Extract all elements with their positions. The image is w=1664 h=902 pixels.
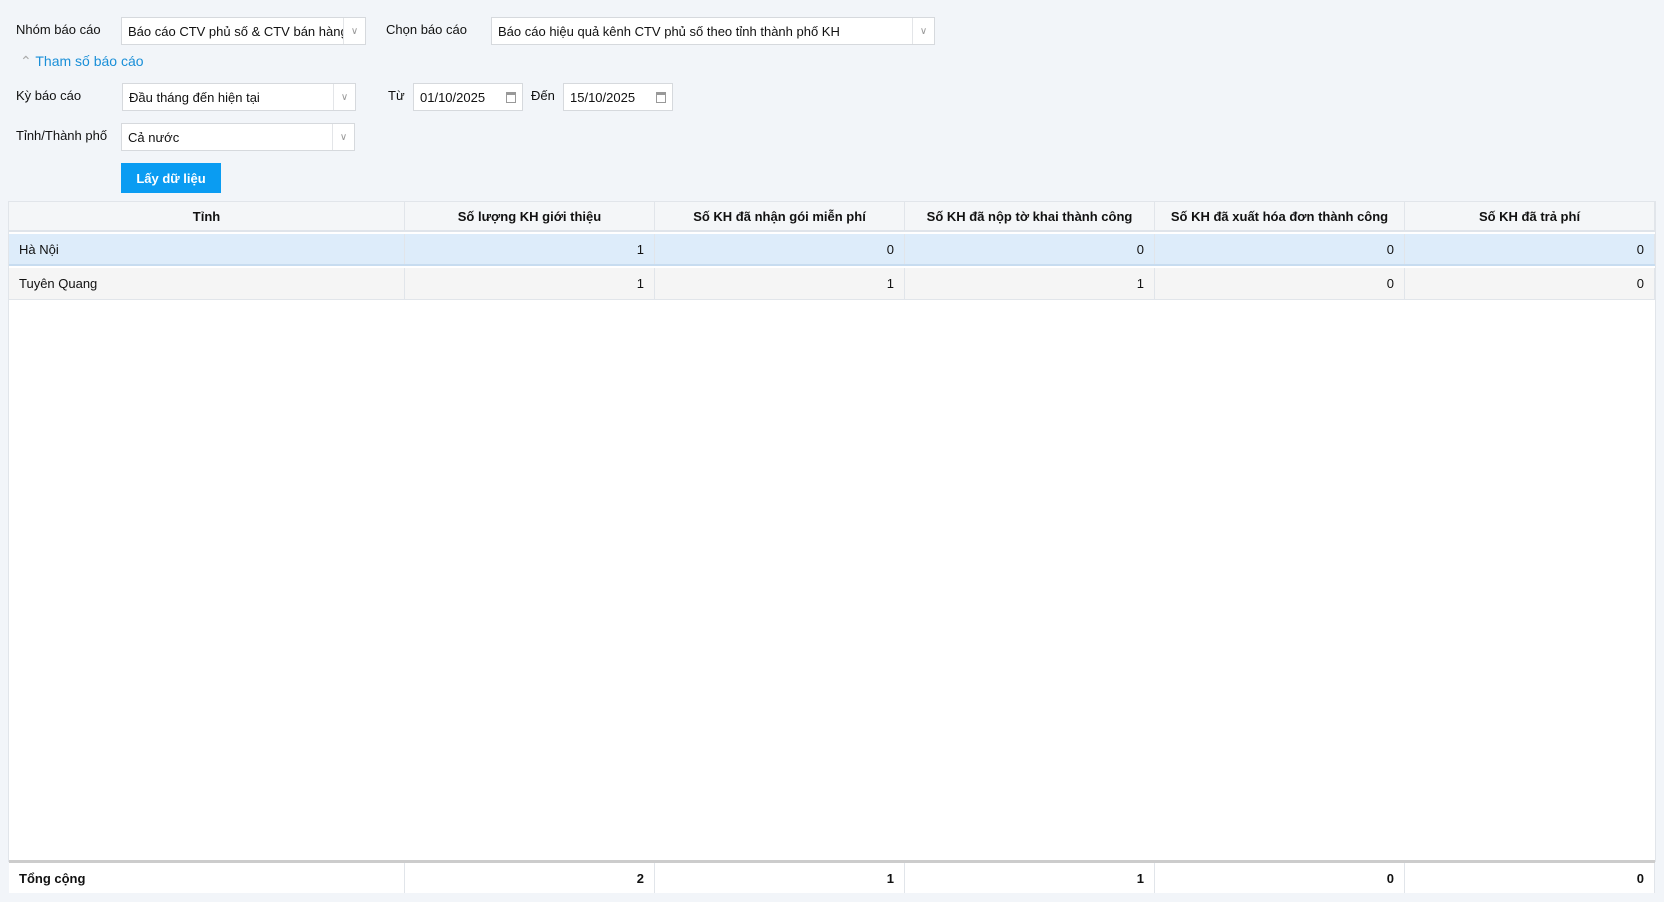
to-date-input[interactable]: 15/10/2025 — [563, 83, 673, 111]
footer-label: Tổng cộng — [9, 863, 405, 893]
header-province[interactable]: Tỉnh — [9, 202, 405, 230]
cell: 1 — [405, 234, 655, 264]
report-label: Chọn báo cáo — [386, 22, 467, 37]
table-row[interactable]: Hà Nội 1 0 0 0 0 — [9, 234, 1655, 266]
cell-province: Hà Nội — [9, 234, 405, 264]
calendar-icon[interactable] — [500, 91, 522, 103]
footer-cell: 1 — [655, 863, 905, 893]
from-date-value: 01/10/2025 — [420, 89, 486, 105]
params-toggle[interactable]: ⌃ Tham số báo cáo — [20, 53, 144, 70]
period-label: Kỳ báo cáo — [16, 88, 82, 103]
table-footer: Tổng cộng 2 1 1 0 0 — [9, 860, 1655, 893]
province-select[interactable]: Cả nước ∨ — [121, 123, 355, 151]
chevron-down-icon: ∨ — [332, 124, 354, 150]
group-value: Báo cáo CTV phủ số & CTV bán hàng — [128, 23, 343, 39]
table-header: Tỉnh Số lượng KH giới thiệu Số KH đã nhậ… — [9, 202, 1655, 232]
chevron-down-icon: ∨ — [912, 18, 934, 44]
cell: 0 — [1405, 268, 1655, 299]
cell-province: Tuyên Quang — [9, 268, 405, 299]
province-label: Tỉnh/Thành phố — [16, 128, 108, 143]
province-value: Cả nước — [128, 129, 180, 145]
cell: 0 — [905, 234, 1155, 264]
footer-cell: 0 — [1405, 863, 1655, 893]
cell: 1 — [905, 268, 1155, 299]
group-label: Nhóm báo cáo — [16, 22, 101, 37]
to-label: Đến — [531, 88, 555, 103]
period-value: Đầu tháng đến hiện tại — [129, 89, 260, 105]
header-free-package[interactable]: Số KH đã nhận gói miễn phí — [655, 202, 905, 230]
fetch-data-button[interactable]: Lấy dữ liệu — [121, 163, 221, 193]
cell: 0 — [1155, 268, 1405, 299]
cell: 1 — [655, 268, 905, 299]
cell: 0 — [1155, 234, 1405, 264]
footer-cell: 2 — [405, 863, 655, 893]
chevron-up-icon: ⌃ — [20, 53, 32, 69]
header-declaration[interactable]: Số KH đã nộp tờ khai thành công — [905, 202, 1155, 230]
period-select[interactable]: Đầu tháng đến hiện tại ∨ — [122, 83, 356, 111]
report-value: Báo cáo hiệu quả kênh CTV phủ số theo tỉ… — [498, 23, 840, 39]
chevron-down-icon: ∨ — [333, 84, 355, 110]
cell: 0 — [655, 234, 905, 264]
cell: 0 — [1405, 234, 1655, 264]
report-table: Tỉnh Số lượng KH giới thiệu Số KH đã nhậ… — [8, 201, 1656, 893]
from-label: Từ — [388, 88, 405, 103]
table-row[interactable]: Tuyên Quang 1 1 1 0 0 — [9, 268, 1655, 300]
group-select[interactable]: Báo cáo CTV phủ số & CTV bán hàng ∨ — [121, 17, 366, 45]
cell: 1 — [405, 268, 655, 299]
to-date-value: 15/10/2025 — [570, 89, 636, 105]
footer-cell: 0 — [1155, 863, 1405, 893]
params-toggle-label: Tham số báo cáo — [35, 53, 144, 69]
footer-cell: 1 — [905, 863, 1155, 893]
from-date-input[interactable]: 01/10/2025 — [413, 83, 523, 111]
header-invoice[interactable]: Số KH đã xuất hóa đơn thành công — [1155, 202, 1405, 230]
header-paid[interactable]: Số KH đã trả phí — [1405, 202, 1655, 230]
report-select[interactable]: Báo cáo hiệu quả kênh CTV phủ số theo tỉ… — [491, 17, 935, 45]
calendar-icon[interactable] — [650, 91, 672, 103]
chevron-down-icon: ∨ — [343, 18, 365, 44]
header-referred[interactable]: Số lượng KH giới thiệu — [405, 202, 655, 230]
